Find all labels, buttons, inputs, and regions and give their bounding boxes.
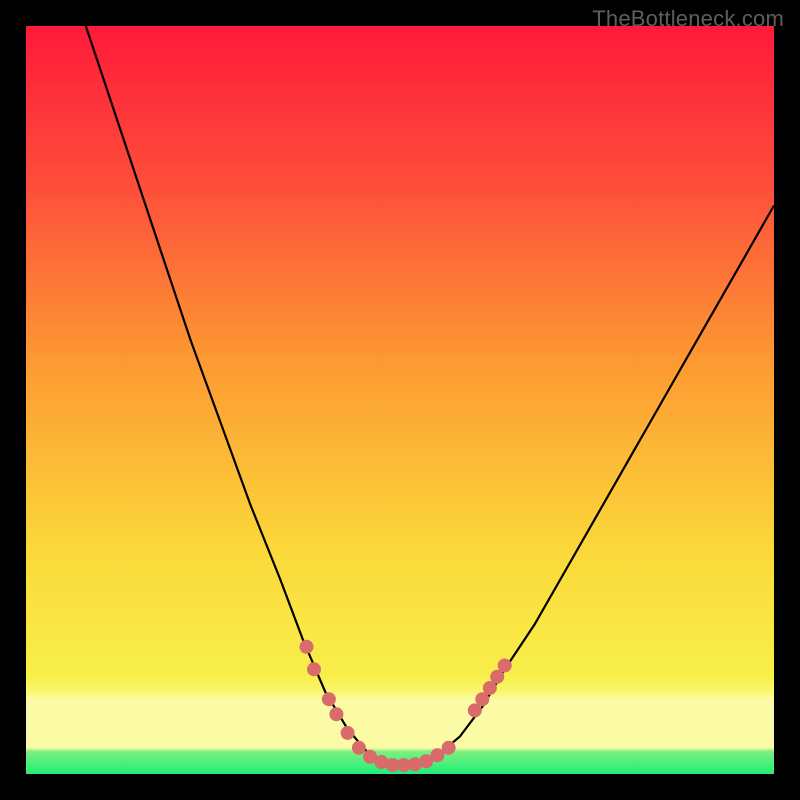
data-dot bbox=[352, 741, 365, 754]
curve-path bbox=[86, 26, 774, 765]
data-dot bbox=[322, 693, 335, 706]
data-dot bbox=[330, 708, 343, 721]
data-dot bbox=[498, 659, 511, 672]
data-dot bbox=[491, 670, 504, 683]
bottleneck-curve bbox=[26, 26, 774, 774]
data-dot bbox=[476, 693, 489, 706]
watermark-text: TheBottleneck.com bbox=[592, 6, 784, 32]
curve-dots bbox=[300, 640, 511, 771]
plot-frame bbox=[26, 26, 774, 774]
data-dot bbox=[308, 663, 321, 676]
data-dot bbox=[300, 640, 313, 653]
data-dot bbox=[468, 704, 481, 717]
data-dot bbox=[442, 741, 455, 754]
data-dot bbox=[483, 682, 496, 695]
data-dot bbox=[341, 726, 354, 739]
data-dot bbox=[431, 749, 444, 762]
